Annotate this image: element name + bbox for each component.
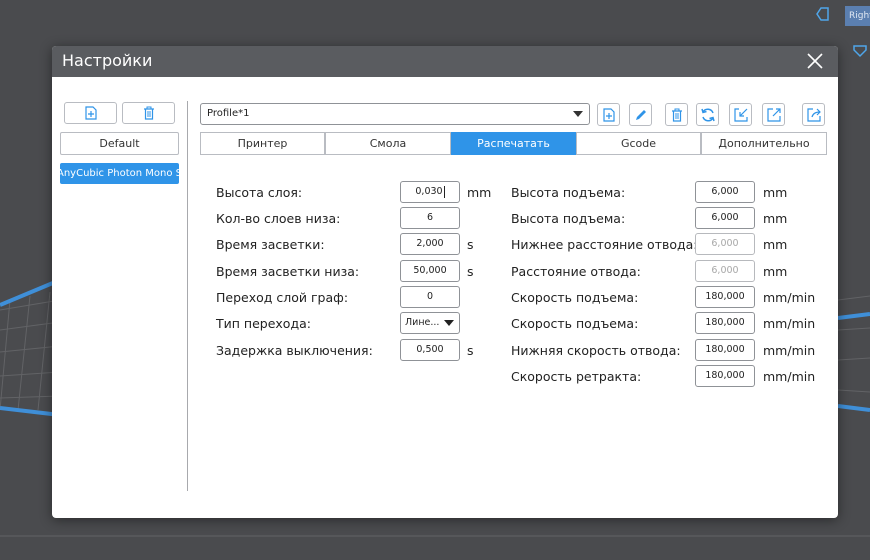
lift-speed-input[interactable]: 180,000	[695, 286, 755, 308]
off-delay-label: Задержка выключения:	[216, 343, 373, 358]
share-profile-button[interactable]	[802, 103, 825, 126]
bottom-lift-height-input[interactable]: 6,000	[695, 207, 755, 229]
exposure-time-input[interactable]: 2,000	[400, 233, 460, 255]
export-profile-button[interactable]	[762, 103, 785, 126]
pencil-icon	[635, 109, 646, 120]
view-label[interactable]: Right	[845, 6, 870, 26]
export-icon	[766, 107, 781, 122]
retract-distance-label: Расстояние отвода:	[511, 264, 641, 279]
bottom-exposure-input[interactable]: 50,000	[400, 260, 460, 282]
off-delay-input[interactable]: 0,500	[400, 339, 460, 361]
transition-type-label: Тип перехода:	[216, 316, 311, 331]
layer-height-label: Высота слоя:	[216, 185, 303, 200]
bottom-retract-distance-input[interactable]: 6,000	[695, 233, 755, 255]
layer-height-value: 0,030	[415, 186, 443, 197]
bottom-lift-speed-input[interactable]: 180,000	[695, 312, 755, 334]
transition-type-value: Лине...	[405, 317, 440, 328]
trash-icon	[671, 108, 682, 122]
retract-speed-input[interactable]: 180,000	[695, 365, 755, 387]
tab-resin[interactable]: Смола	[325, 132, 451, 155]
lift-height-label: Высота подъема:	[511, 185, 626, 200]
off-delay-unit: s	[467, 343, 474, 358]
tab-print[interactable]: Распечатать	[451, 132, 576, 155]
chevron-down-icon	[573, 111, 583, 117]
default-button[interactable]: Default	[60, 132, 179, 155]
retract-speed-unit: mm/min	[763, 369, 816, 384]
retract-distance-input[interactable]: 6,000	[695, 260, 755, 282]
bottom-retract-speed-input[interactable]: 180,000	[695, 339, 755, 361]
refresh-icon	[700, 107, 715, 122]
bottom-retract-distance-label: Нижнее расстояние отвода:	[511, 237, 698, 252]
exposure-time-label: Время засветки:	[216, 237, 325, 252]
tab-printer[interactable]: Принтер	[200, 132, 325, 155]
close-button[interactable]	[806, 52, 824, 70]
bottom-lift-speed-unit: mm/min	[763, 316, 816, 331]
layer-height-unit: mm	[467, 185, 492, 200]
tab-advanced[interactable]: Дополнительно	[701, 132, 827, 155]
layer-height-input[interactable]: 0,030	[400, 181, 460, 203]
chevron-down-icon	[444, 320, 454, 326]
bottom-layers-input[interactable]: 6	[400, 207, 460, 229]
bottom-exposure-label: Время засветки низа:	[216, 264, 360, 279]
bottom-layers-label: Кол-во слоев низа:	[216, 211, 341, 226]
bottom-exposure-unit: s	[467, 264, 474, 279]
settings-tabs: Принтер Смола Распечатать Gcode Дополнит…	[200, 132, 827, 155]
settings-dialog: Настройки Default AnyCubic Photon Mono S…	[52, 46, 838, 518]
bottom-lift-speed-label: Скорость подъема:	[511, 316, 639, 331]
add-file-icon	[84, 106, 97, 120]
tab-gcode[interactable]: Gcode	[576, 132, 701, 155]
close-icon	[807, 53, 823, 69]
view-arrow-left-icon[interactable]	[816, 6, 830, 25]
delete-profile-button[interactable]	[665, 103, 688, 126]
add-profile-button[interactable]	[597, 103, 620, 126]
lift-speed-label: Скорость подъема:	[511, 290, 639, 305]
bottom-retract-speed-label: Нижняя скорость отвода:	[511, 343, 681, 358]
trash-icon	[143, 106, 154, 120]
retract-speed-label: Скорость ретракта:	[511, 369, 642, 384]
share-icon	[806, 107, 821, 122]
bottom-lift-height-label: Высота подъема:	[511, 211, 626, 226]
add-file-icon	[602, 107, 615, 122]
bottom-lift-height-unit: mm	[763, 211, 788, 226]
view-arrow-down-icon[interactable]	[852, 44, 868, 61]
printer-list-item[interactable]: AnyCubic Photon Mono SE	[60, 163, 179, 184]
retract-distance-unit: mm	[763, 264, 788, 279]
delete-printer-button[interactable]	[122, 102, 175, 124]
transition-layers-label: Переход слой граф:	[216, 290, 349, 305]
import-icon	[733, 107, 748, 122]
transition-layers-input[interactable]: 0	[400, 286, 460, 308]
text-caret	[443, 185, 445, 198]
profile-select-value: Profile*1	[207, 108, 250, 119]
lift-height-unit: mm	[763, 185, 788, 200]
profile-select[interactable]: Profile*1	[200, 103, 590, 125]
reset-profile-button[interactable]	[696, 103, 719, 126]
lift-height-input[interactable]: 6,000	[695, 181, 755, 203]
bottom-retract-distance-unit: mm	[763, 237, 788, 252]
exposure-time-unit: s	[467, 237, 474, 252]
panel-divider	[187, 101, 188, 491]
dialog-titlebar[interactable]: Настройки	[52, 46, 838, 77]
add-printer-button[interactable]	[64, 102, 117, 124]
transition-type-select[interactable]: Лине...	[400, 312, 460, 334]
edit-profile-button[interactable]	[629, 103, 652, 126]
lift-speed-unit: mm/min	[763, 290, 816, 305]
import-profile-button[interactable]	[729, 103, 752, 126]
dialog-title: Настройки	[62, 51, 153, 70]
bottom-retract-speed-unit: mm/min	[763, 343, 816, 358]
